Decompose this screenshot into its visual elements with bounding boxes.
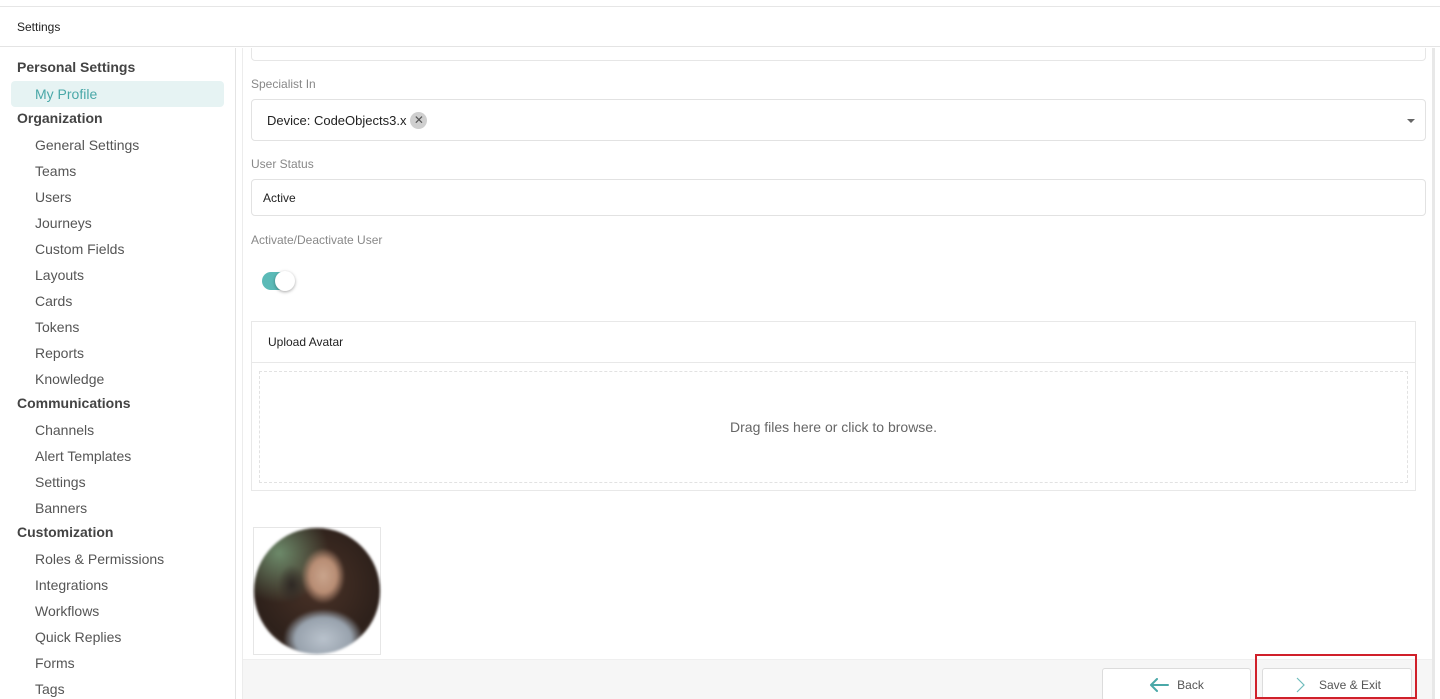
- sidebar-item-tokens[interactable]: Tokens: [0, 314, 235, 340]
- sidebar-item-integrations[interactable]: Integrations: [0, 572, 235, 598]
- avatar-preview: [253, 527, 381, 655]
- sidebar-section-communications: Communications: [17, 395, 131, 411]
- specialist-chip-label: Device: CodeObjects3.x: [267, 112, 407, 128]
- activate-user-label: Activate/Deactivate User: [251, 233, 383, 247]
- save-exit-button-label: Save & Exit: [1318, 677, 1382, 692]
- sidebar-item-teams[interactable]: Teams: [0, 158, 235, 184]
- caret-down-icon[interactable]: [1407, 119, 1415, 123]
- sidebar-item-general-settings[interactable]: General Settings: [0, 132, 235, 158]
- dropzone-text: Drag files here or click to browse.: [730, 419, 937, 435]
- form-footer: Back Save & Exit: [243, 659, 1432, 699]
- sidebar: Personal Settings My Profile Organizatio…: [0, 48, 236, 699]
- avatar-image: [254, 528, 380, 654]
- sidebar-item-tags[interactable]: Tags: [0, 676, 235, 699]
- save-exit-button[interactable]: Save & Exit: [1262, 668, 1412, 699]
- specialist-in-label: Specialist In: [251, 77, 316, 91]
- sidebar-item-knowledge[interactable]: Knowledge: [0, 366, 235, 392]
- avatar-dropzone[interactable]: Drag files here or click to browse.: [259, 371, 1408, 483]
- upload-avatar-title: Upload Avatar: [252, 322, 1415, 363]
- sidebar-item-journeys[interactable]: Journeys: [0, 210, 235, 236]
- settings-window: Settings Personal Settings My Profile Or…: [0, 6, 1440, 699]
- previous-field[interactable]: [251, 48, 1426, 61]
- sidebar-item-roles-permissions[interactable]: Roles & Permissions: [0, 546, 235, 572]
- profile-form: Specialist In Device: CodeObjects3.x ✕ U…: [242, 48, 1435, 699]
- sidebar-item-workflows[interactable]: Workflows: [0, 598, 235, 624]
- upload-avatar-card: Upload Avatar Drag files here or click t…: [251, 321, 1416, 491]
- back-button-label: Back: [1177, 677, 1204, 692]
- chevron-right-icon: [1296, 677, 1305, 692]
- user-status-value: Active: [263, 190, 296, 205]
- sidebar-section-personal-settings: Personal Settings: [17, 59, 136, 75]
- close-icon[interactable]: ✕: [410, 111, 428, 129]
- sidebar-item-users[interactable]: Users: [0, 184, 235, 210]
- specialist-in-select[interactable]: Device: CodeObjects3.x ✕: [251, 99, 1426, 141]
- sidebar-item-cards[interactable]: Cards: [0, 288, 235, 314]
- toggle-knob: [275, 271, 295, 291]
- sidebar-item-layouts[interactable]: Layouts: [0, 262, 235, 288]
- sidebar-item-channels[interactable]: Channels: [0, 417, 235, 443]
- title-bar: Settings: [0, 7, 1440, 47]
- sidebar-item-banners[interactable]: Banners: [0, 495, 235, 521]
- sidebar-item-settings[interactable]: Settings: [0, 469, 235, 495]
- sidebar-item-custom-fields[interactable]: Custom Fields: [0, 236, 235, 262]
- sidebar-item-quick-replies[interactable]: Quick Replies: [0, 624, 235, 650]
- activate-user-toggle[interactable]: [262, 271, 295, 291]
- sidebar-section-organization: Organization: [17, 110, 103, 126]
- window-title: Settings: [17, 19, 61, 34]
- user-status-label: User Status: [251, 157, 314, 171]
- user-status-input[interactable]: Active: [251, 179, 1426, 216]
- arrow-left-icon: [1150, 677, 1170, 692]
- sidebar-item-my-profile[interactable]: My Profile: [11, 81, 224, 107]
- sidebar-item-alert-templates[interactable]: Alert Templates: [0, 443, 235, 469]
- specialist-chip: Device: CodeObjects3.x ✕: [267, 111, 428, 129]
- back-button[interactable]: Back: [1102, 668, 1251, 699]
- sidebar-item-reports[interactable]: Reports: [0, 340, 235, 366]
- sidebar-section-customization: Customization: [17, 524, 114, 540]
- sidebar-item-forms[interactable]: Forms: [0, 650, 235, 676]
